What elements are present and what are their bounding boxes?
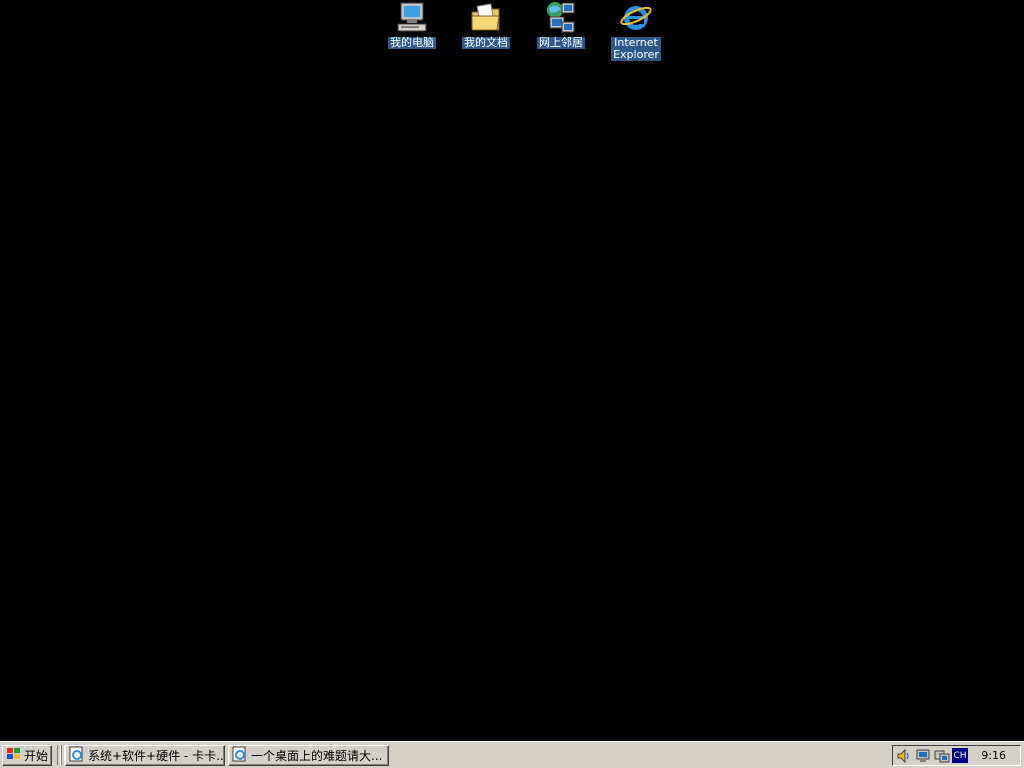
task-button-label: 一个桌面上的难题请大... (251, 749, 383, 763)
monitor-icon[interactable] (934, 748, 950, 764)
desktop[interactable]: 我的电脑 我的文档 网上邻居 Internet Explorer (0, 0, 1024, 741)
taskbar: 开始 系统+软件+硬件 - 卡卡... 一个桌面上的难题请大... CH 9:1… (0, 741, 1024, 768)
system-tray: CH 9:16 (892, 745, 1021, 766)
my-documents-icon (469, 0, 503, 36)
clock[interactable]: 9:16 (981, 749, 1006, 762)
ie-page-icon (232, 746, 248, 765)
my-computer-icon (395, 0, 429, 36)
start-button[interactable]: 开始 (2, 745, 52, 766)
network-icon[interactable] (915, 748, 931, 764)
task-button-desktop-question[interactable]: 一个桌面上的难题请大... (228, 745, 389, 766)
desktop-icon-label: Internet Explorer (611, 36, 661, 61)
desktop-icon-label: 我的文档 (462, 36, 510, 49)
task-button-kaka[interactable]: 系统+软件+硬件 - 卡卡... (65, 745, 225, 766)
desktop-icon-my-computer[interactable]: 我的电脑 (372, 0, 452, 49)
language-indicator[interactable]: CH (952, 748, 968, 763)
desktop-icon-label: 网上邻居 (537, 36, 585, 49)
speaker-icon[interactable] (896, 748, 912, 764)
desktop-icon-my-documents[interactable]: 我的文档 (446, 0, 526, 49)
internet-explorer-icon (619, 0, 653, 36)
task-button-label: 系统+软件+硬件 - 卡卡... (88, 749, 225, 763)
network-neighborhood-icon (544, 0, 578, 36)
windows-logo-icon (6, 747, 22, 764)
desktop-icon-network-neighborhood[interactable]: 网上邻居 (521, 0, 601, 49)
start-label: 开始 (24, 749, 49, 763)
ie-page-icon (69, 746, 85, 765)
desktop-icon-internet-explorer[interactable]: Internet Explorer (596, 0, 676, 61)
desktop-icon-label: 我的电脑 (388, 36, 436, 49)
